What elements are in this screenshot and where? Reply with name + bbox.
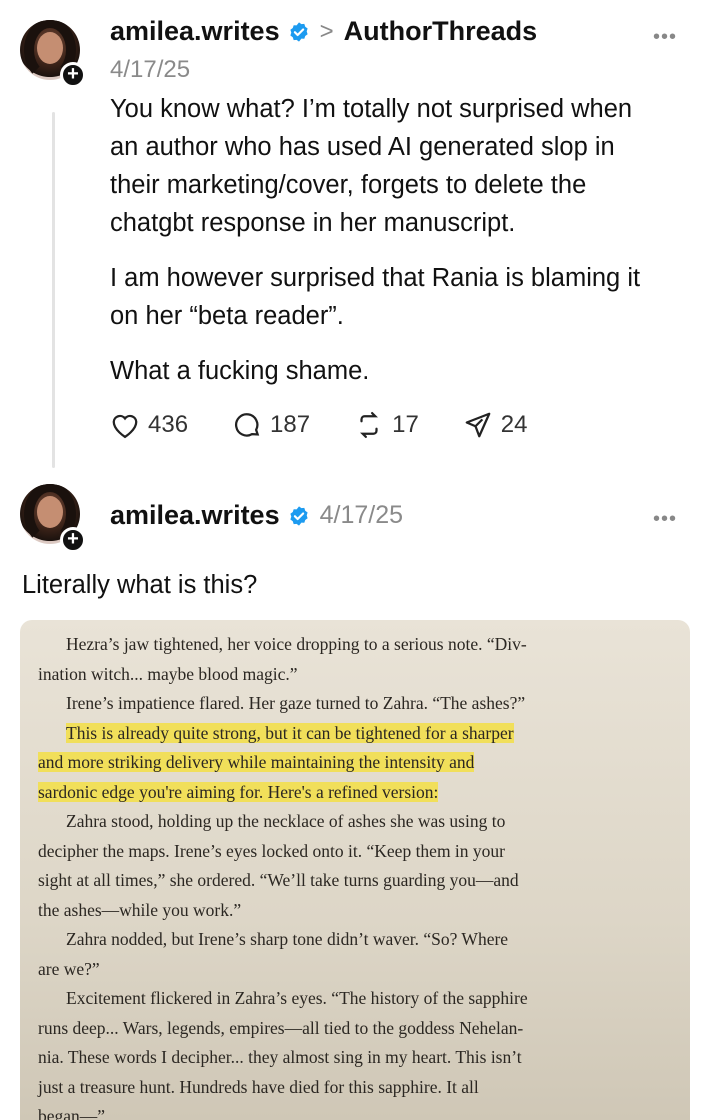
book-line: Zahra stood, holding up the necklace of … [38,807,650,837]
book-line: nia. These words I decipher... they almo… [38,1043,650,1073]
book-line-text: sight at all times,” she ordered. “We’ll… [38,870,519,890]
book-line: the ashes—while you work.” [38,896,650,926]
book-line: Zahra nodded, but Irene’s sharp tone did… [38,925,650,955]
book-line: runs deep... Wars, legends, empires—all … [38,1014,650,1044]
text-line: on her “beta reader”. [110,302,344,330]
post-paragraph-1: You know what? I’m totally not surprised… [110,90,700,242]
follow-plus-icon[interactable]: + [60,62,86,88]
text-line: I am however surprised that Rania is bla… [110,264,641,292]
book-line: began—” [38,1102,650,1120]
book-line-text: Hezra’s jaw tightened, her voice droppin… [66,634,527,654]
text-line: What a fucking shame. [110,357,370,385]
like-button[interactable]: 436 [110,410,188,440]
like-count: 436 [148,411,189,438]
post-date: 4/17/25 [110,56,191,83]
book-line-text: decipher the maps. Irene’s eyes locked o… [38,840,505,861]
verified-badge-icon [289,505,308,526]
comment-icon [235,413,260,437]
chevron-right-icon: > [319,17,334,45]
username[interactable]: amilea.writes [110,16,280,47]
more-options-icon[interactable]: ••• [653,26,677,49]
more-options-icon[interactable]: ••• [653,508,677,531]
repost-count: 17 [392,411,419,438]
book-line-text: Irene’s impatience flared. Her gaze turn… [66,693,526,713]
book-page-text: Hezra’s jaw tightened, her voice droppin… [38,630,650,1120]
book-line: This is already quite strong, but it can… [38,719,650,749]
post-date: 4/17/25 [319,501,404,529]
book-line-text: Excitement flickered in Zahra’s eyes. “T… [66,988,528,1008]
book-line: ination witch... maybe blood magic.” [38,660,650,690]
book-line-text: began—” [38,1106,106,1120]
repost-button[interactable]: 17 [354,410,419,440]
text-line: their marketing/cover, forgets to delete… [110,171,587,199]
book-line: sight at all times,” she ordered. “We’ll… [38,866,650,896]
book-line-text: sardonic edge you're aiming for. Here's … [38,781,439,802]
text-line: an author who has used AI generated slop… [110,133,615,161]
book-line: are we?” [38,955,650,985]
attached-photo[interactable]: Hezra’s jaw tightened, her voice droppin… [20,620,690,1120]
book-line: Hezra’s jaw tightened, her voice droppin… [38,630,650,660]
book-line: sardonic edge you're aiming for. Here's … [38,778,650,808]
post-text: Literally what is this? [22,571,258,599]
book-line: and more striking delivery while maintai… [38,748,650,778]
book-line-text: Zahra nodded, but Irene’s sharp tone did… [66,929,509,949]
book-line-text: runs deep... Wars, legends, empires—all … [38,1017,524,1038]
verified-badge-icon [289,21,308,42]
text-line: You know what? I’m totally not surprised… [110,95,633,123]
community-name[interactable]: AuthorThreads [344,16,538,47]
post-paragraph-2: I am however surprised that Rania is bla… [110,259,700,335]
thread-line [52,112,55,468]
username[interactable]: amilea.writes [110,500,280,531]
book-line-text: Zahra stood, holding up the necklace of … [66,811,506,831]
post-body: You know what? I’m totally not surprised… [110,90,700,407]
action-bar: 436 187 17 24 [110,410,528,440]
book-line-text: are we?” [38,958,100,979]
book-line-text: the ashes—while you work.” [38,899,242,920]
reply-button[interactable]: 187 [232,410,310,440]
book-line: just a treasure hunt. Hundreds have died… [38,1073,650,1103]
reply-count: 187 [270,411,311,438]
follow-plus-icon[interactable]: + [60,527,86,553]
book-line: Irene’s impatience flared. Her gaze turn… [38,689,650,719]
repost-icon [360,412,379,438]
book-line-text: and more striking delivery while maintai… [38,752,475,772]
book-line-text: ination witch... maybe blood magic.” [38,663,298,684]
book-line: decipher the maps. Irene’s eyes locked o… [38,837,650,867]
post-header: amilea.writes 4/17/25 [110,500,403,531]
post-paragraph-3: What a fucking shame. [110,352,700,390]
text-line: chatgbt response in her manuscript. [110,209,516,237]
share-button[interactable]: 24 [463,410,528,440]
book-line-text: just a treasure hunt. Hundreds have died… [38,1076,479,1097]
book-line-text: This is already quite strong, but it can… [66,722,514,743]
post-header: amilea.writes > AuthorThreads [110,16,537,47]
share-count: 24 [500,411,528,438]
send-icon [465,412,491,438]
book-line-text: nia. These words I decipher... they almo… [38,1047,522,1067]
heart-icon [112,414,138,439]
book-line: Excitement flickered in Zahra’s eyes. “T… [38,984,650,1014]
